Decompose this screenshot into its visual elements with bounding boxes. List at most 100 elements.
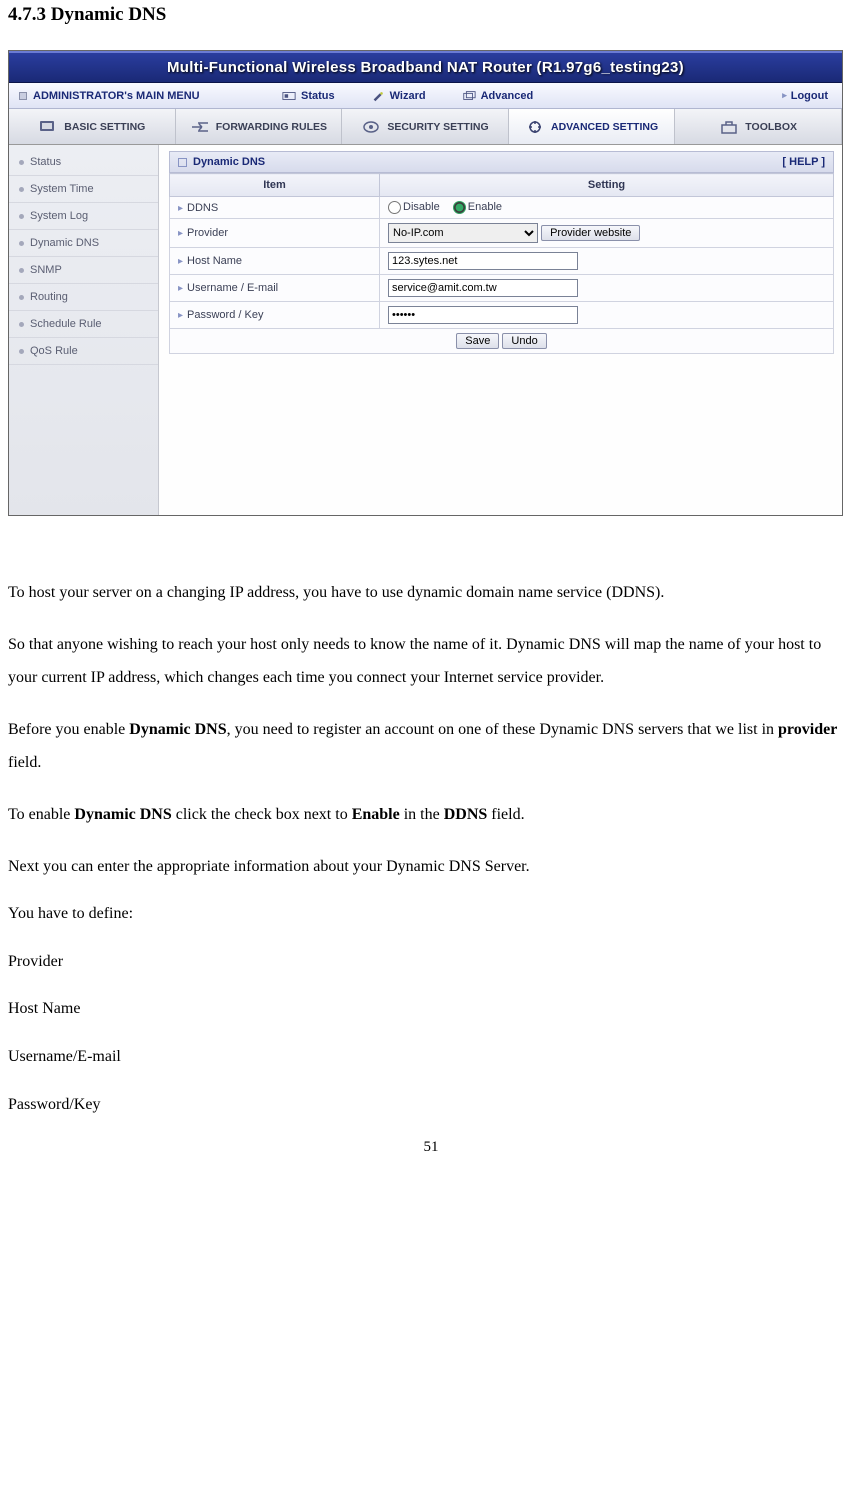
paragraph-6: You have to define:	[8, 901, 854, 927]
tab-advanced-setting[interactable]: ADVANCED SETTING	[509, 109, 676, 144]
wizard-icon	[371, 90, 385, 102]
menu-logout-label: Logout	[791, 90, 828, 102]
tab-toolbox[interactable]: TOOLBOX	[675, 109, 842, 144]
row-arrow-icon: ▸	[178, 228, 183, 239]
sidebar-item-routing[interactable]: Routing	[9, 284, 158, 311]
sidebar-item-label: System Log	[30, 210, 88, 222]
undo-button[interactable]: Undo	[502, 333, 546, 349]
save-button[interactable]: Save	[456, 333, 499, 349]
triangle-icon: ▸	[782, 90, 787, 101]
provider-website-button[interactable]: Provider website	[541, 225, 640, 241]
list-username: Username/E-mail	[8, 1044, 854, 1070]
sidebar-item-schedule-rule[interactable]: Schedule Rule	[9, 311, 158, 338]
menu-advanced[interactable]: Advanced	[444, 90, 552, 102]
ddns-enable-option[interactable]: Enable	[453, 201, 502, 213]
dot-icon	[19, 241, 24, 246]
ddns-enable-radio[interactable]	[453, 201, 466, 214]
forwarding-icon	[190, 119, 210, 135]
router-screenshot: Multi-Functional Wireless Broadband NAT …	[8, 50, 843, 516]
sidebar-item-label: Schedule Rule	[30, 318, 102, 330]
ddns-disable-option[interactable]: Disable	[388, 201, 440, 213]
content-panel: Dynamic DNS [ HELP ] Item Setting ▸ DDNS …	[159, 145, 842, 515]
paragraph-2: So that anyone wishing to reach your hos…	[8, 628, 854, 695]
dot-icon	[19, 214, 24, 219]
security-icon	[361, 119, 381, 135]
row-arrow-icon: ▸	[178, 256, 183, 267]
tab-label: SECURITY SETTING	[387, 121, 488, 133]
dot-icon	[19, 187, 24, 192]
paragraph-1: To host your server on a changing IP add…	[8, 576, 854, 610]
dot-icon	[19, 349, 24, 354]
tab-bar: BASIC SETTING FORWARDING RULES SECURITY …	[9, 109, 842, 145]
sidebar-item-dynamic-dns[interactable]: Dynamic DNS	[9, 230, 158, 257]
menu-wizard[interactable]: Wizard	[353, 90, 444, 102]
router-titlebar: Multi-Functional Wireless Broadband NAT …	[9, 51, 842, 83]
menu-advanced-label: Advanced	[481, 90, 534, 102]
dot-icon	[19, 160, 24, 165]
paragraph-5: Next you can enter the appropriate infor…	[8, 850, 854, 884]
status-icon	[282, 90, 296, 102]
advanced-setting-icon	[525, 119, 545, 135]
sidebar-item-label: Dynamic DNS	[30, 237, 99, 249]
col-setting: Setting	[380, 174, 834, 197]
help-link[interactable]: [ HELP ]	[782, 156, 825, 168]
tab-basic-setting[interactable]: BASIC SETTING	[9, 109, 176, 144]
advanced-icon	[462, 90, 476, 102]
tab-forwarding-rules[interactable]: FORWARDING RULES	[176, 109, 343, 144]
row-username: ▸ Username / E-mail	[170, 275, 834, 302]
dot-icon	[19, 268, 24, 273]
hostname-label: Host Name	[187, 255, 242, 267]
tab-label: FORWARDING RULES	[216, 121, 327, 133]
row-password: ▸Password / Key	[170, 302, 834, 329]
row-arrow-icon: ▸	[178, 203, 183, 214]
disable-text: Disable	[403, 201, 440, 213]
settings-table: Item Setting ▸ DDNS Disable Enable ▸ Provi…	[169, 173, 834, 354]
username-label: Username / E-mail	[187, 282, 278, 294]
provider-select[interactable]: No-IP.com	[388, 223, 538, 243]
sidebar-item-system-log[interactable]: System Log	[9, 203, 158, 230]
provider-label: Provider	[187, 227, 228, 239]
main-menu-bar: ADMINISTRATOR's MAIN MENU Status Wizard …	[9, 83, 842, 109]
row-provider: ▸ Provider No-IP.com Provider website	[170, 219, 834, 248]
menu-status[interactable]: Status	[264, 90, 353, 102]
sidebar-item-label: QoS Rule	[30, 345, 78, 357]
sidebar: Status System Time System Log Dynamic DN…	[9, 145, 159, 515]
password-input[interactable]	[388, 306, 578, 324]
password-label: Password / Key	[187, 309, 263, 321]
panel-title-text: Dynamic DNS	[193, 156, 265, 168]
ddns-disable-radio[interactable]	[388, 201, 401, 214]
sidebar-item-status[interactable]: Status	[9, 149, 158, 176]
col-item: Item	[170, 174, 380, 197]
ddns-label: DDNS	[187, 202, 218, 214]
toolbox-icon	[719, 119, 739, 135]
bullet-icon	[19, 92, 27, 100]
row-hostname: ▸ Host Name	[170, 248, 834, 275]
row-arrow-icon: ▸	[178, 283, 183, 294]
square-icon	[178, 158, 187, 167]
button-row: Save Undo	[170, 329, 834, 354]
paragraph-3: Before you enable Dynamic DNS, you need …	[8, 713, 854, 780]
paragraph-4: To enable Dynamic DNS click the check bo…	[8, 798, 854, 832]
tab-label: BASIC SETTING	[64, 121, 145, 133]
list-password: Password/Key	[8, 1092, 854, 1118]
tab-label: ADVANCED SETTING	[551, 121, 658, 133]
section-heading: 4.7.3 Dynamic DNS	[8, 4, 854, 26]
menu-logout[interactable]: ▸ Logout	[782, 90, 842, 102]
username-input[interactable]	[388, 279, 578, 297]
sidebar-item-snmp[interactable]: SNMP	[9, 257, 158, 284]
sidebar-item-qos-rule[interactable]: QoS Rule	[9, 338, 158, 365]
list-hostname: Host Name	[8, 996, 854, 1022]
sidebar-item-label: SNMP	[30, 264, 62, 276]
sidebar-item-system-time[interactable]: System Time	[9, 176, 158, 203]
dot-icon	[19, 322, 24, 327]
enable-text: Enable	[468, 201, 502, 213]
sidebar-item-label: System Time	[30, 183, 94, 195]
tab-security-setting[interactable]: SECURITY SETTING	[342, 109, 509, 144]
tab-label: TOOLBOX	[745, 121, 797, 133]
basic-setting-icon	[38, 119, 58, 135]
panel-header: Dynamic DNS [ HELP ]	[169, 151, 834, 173]
admin-menu-label: ADMINISTRATOR's MAIN MENU	[9, 90, 264, 102]
menu-wizard-label: Wizard	[390, 90, 426, 102]
hostname-input[interactable]	[388, 252, 578, 270]
menu-status-label: Status	[301, 90, 335, 102]
